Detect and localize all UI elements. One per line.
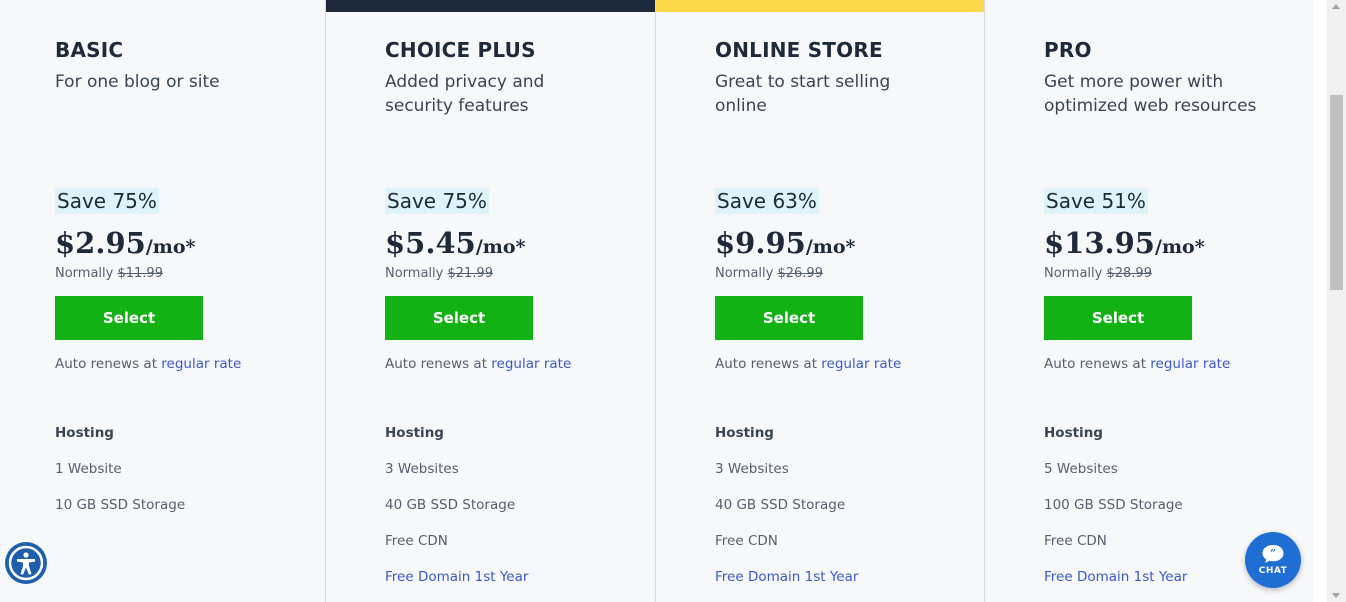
plan-description: For one blog or site bbox=[55, 72, 220, 92]
accessibility-button[interactable] bbox=[5, 542, 47, 584]
save-badge: Save 75% bbox=[55, 188, 159, 214]
save-badge: Save 63% bbox=[715, 188, 819, 214]
normal-price: Normally $21.99 bbox=[385, 266, 655, 284]
price-period: /mo* bbox=[145, 236, 196, 258]
strikethrough-price: $26.99 bbox=[777, 266, 823, 281]
chat-label: CHAT bbox=[1258, 566, 1288, 576]
save-badge: Save 75% bbox=[385, 188, 489, 214]
feature-item: 5 Websites bbox=[1044, 461, 1118, 477]
feature-list: Hosting 3 Websites 40 GB SSD Storage Fre… bbox=[385, 425, 655, 589]
svg-text:”: ” bbox=[1270, 549, 1276, 560]
plan-description: Get more power with optimized web resour… bbox=[1044, 72, 1257, 116]
select-button-choice-plus[interactable]: Select bbox=[385, 296, 533, 340]
price-period: /mo* bbox=[475, 236, 526, 258]
plan-card-basic: BASIC For one blog or site Save 75% $2.9… bbox=[0, 0, 325, 602]
feature-item: 100 GB SSD Storage bbox=[1044, 497, 1183, 513]
renew-text: Auto renews at bbox=[715, 356, 817, 372]
feature-item: 40 GB SSD Storage bbox=[715, 497, 846, 513]
feature-item: 3 Websites bbox=[715, 461, 789, 477]
plan-card-choice-plus: CHOICE PLUS Added privacy and security f… bbox=[325, 0, 655, 602]
price-period: /mo* bbox=[1155, 236, 1205, 258]
pricing-grid: BASIC For one blog or site Save 75% $2.9… bbox=[0, 0, 1313, 602]
regular-rate-link[interactable]: regular rate bbox=[491, 356, 571, 372]
auto-renew-note: Auto renews at regular rate bbox=[715, 356, 984, 372]
auto-renew-note: Auto renews at regular rate bbox=[1044, 356, 1313, 372]
normally-label: Normally bbox=[1044, 266, 1103, 281]
regular-rate-link[interactable]: regular rate bbox=[1150, 356, 1230, 372]
plan-price: $13.95/mo* bbox=[1044, 226, 1313, 264]
feature-item: 40 GB SSD Storage bbox=[385, 497, 516, 513]
renew-text: Auto renews at bbox=[385, 356, 487, 372]
scroll-down-arrow-icon[interactable] bbox=[1332, 593, 1340, 598]
strikethrough-price: $28.99 bbox=[1106, 266, 1152, 281]
normal-price: Normally $11.99 bbox=[55, 266, 325, 284]
plan-price: $9.95/mo* bbox=[715, 226, 984, 264]
price-amount: $5.45 bbox=[385, 226, 476, 260]
plan-name: ONLINE STORE bbox=[715, 38, 883, 62]
feature-item: Free CDN bbox=[385, 533, 448, 549]
plan-description: Great to start selling online bbox=[715, 72, 891, 116]
chat-bubble-icon: ” bbox=[1262, 545, 1284, 563]
feature-heading: Hosting bbox=[385, 425, 444, 441]
plan-card-online-store: ONLINE STORE Great to start selling onli… bbox=[655, 0, 984, 602]
plan-highlight-bar bbox=[656, 0, 984, 12]
renew-text: Auto renews at bbox=[55, 356, 157, 372]
scrollbar-thumb[interactable] bbox=[1330, 95, 1343, 290]
plan-card-pro: PRO Get more power with optimized web re… bbox=[984, 0, 1313, 602]
select-button-basic[interactable]: Select bbox=[55, 296, 203, 340]
vertical-scrollbar[interactable] bbox=[1327, 0, 1346, 602]
auto-renew-note: Auto renews at regular rate bbox=[385, 356, 655, 372]
accessibility-icon bbox=[8, 545, 44, 581]
plan-name: BASIC bbox=[55, 38, 124, 62]
plan-highlight-bar bbox=[326, 0, 655, 12]
feature-item-link[interactable]: Free Domain 1st Year bbox=[385, 569, 655, 589]
select-button-pro[interactable]: Select bbox=[1044, 296, 1192, 340]
normally-label: Normally bbox=[55, 266, 114, 281]
normal-price: Normally $26.99 bbox=[715, 266, 984, 284]
plan-price: $2.95/mo* bbox=[55, 226, 325, 264]
price-amount: $13.95 bbox=[1044, 226, 1155, 260]
feature-list: Hosting 1 Website 10 GB SSD Storage bbox=[55, 425, 325, 517]
strikethrough-price: $21.99 bbox=[447, 266, 493, 281]
feature-item-link[interactable]: Free Domain 1st Year bbox=[715, 569, 984, 589]
feature-item: Free CDN bbox=[715, 533, 778, 549]
feature-item: 10 GB SSD Storage bbox=[55, 497, 186, 513]
price-amount: $9.95 bbox=[715, 226, 806, 260]
feature-item: 1 Website bbox=[55, 461, 122, 477]
select-button-online-store[interactable]: Select bbox=[715, 296, 863, 340]
normal-price: Normally $28.99 bbox=[1044, 266, 1313, 284]
strikethrough-price: $11.99 bbox=[117, 266, 163, 281]
regular-rate-link[interactable]: regular rate bbox=[161, 356, 241, 372]
scroll-up-arrow-icon[interactable] bbox=[1332, 4, 1340, 9]
plan-name: CHOICE PLUS bbox=[385, 38, 536, 62]
feature-heading: Hosting bbox=[55, 425, 114, 441]
plan-price: $5.45/mo* bbox=[385, 226, 655, 264]
auto-renew-note: Auto renews at regular rate bbox=[55, 356, 325, 372]
price-period: /mo* bbox=[805, 236, 856, 258]
renew-text: Auto renews at bbox=[1044, 356, 1146, 372]
feature-heading: Hosting bbox=[715, 425, 774, 441]
save-badge: Save 51% bbox=[1044, 188, 1148, 214]
regular-rate-link[interactable]: regular rate bbox=[821, 356, 901, 372]
plan-name: PRO bbox=[1044, 38, 1092, 62]
normally-label: Normally bbox=[385, 266, 444, 281]
plan-description: Added privacy and security features bbox=[385, 72, 545, 116]
normally-label: Normally bbox=[715, 266, 774, 281]
price-amount: $2.95 bbox=[55, 226, 146, 260]
feature-heading: Hosting bbox=[1044, 425, 1103, 441]
feature-list: Hosting 3 Websites 40 GB SSD Storage Fre… bbox=[715, 425, 984, 589]
feature-item: 3 Websites bbox=[385, 461, 459, 477]
chat-button[interactable]: ” CHAT bbox=[1245, 532, 1301, 588]
